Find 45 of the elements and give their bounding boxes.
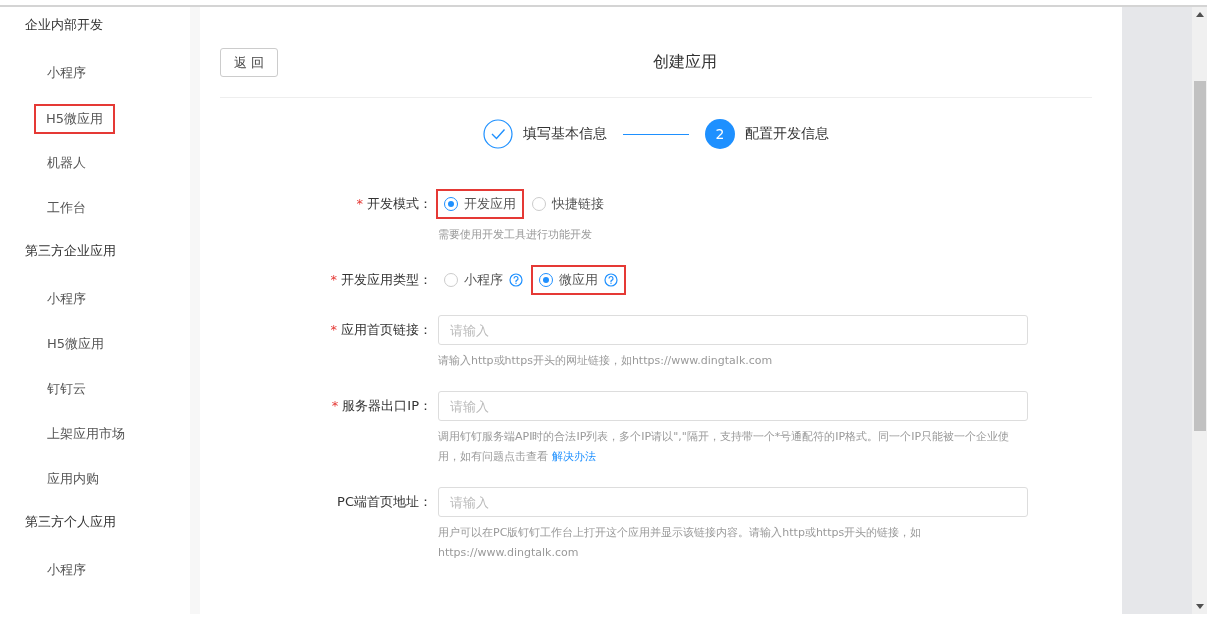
help-icon[interactable] xyxy=(604,273,618,287)
field-hint: 调用钉钉服务端API时的合法IP列表，多个IP请以","隔开，支持带一个*号通配符的IP格式。同一个IP只能被一个企业使用，如有问题点击查看 解决办法 xyxy=(438,429,1011,465)
field-label: 开发应用类型： xyxy=(341,272,432,287)
input-field[interactable]: 请输入 xyxy=(438,487,1028,517)
sidebar-item[interactable]: 工作台 xyxy=(47,196,86,220)
sidebar-item[interactable]: 机器人 xyxy=(47,151,86,175)
scrollbar-thumb[interactable] xyxy=(1193,81,1206,431)
input-field[interactable]: 请输入 xyxy=(438,315,1028,345)
radio-label[interactable]: 小程序 xyxy=(464,271,503,289)
page-title: 创建应用 xyxy=(652,52,718,73)
sidebar-section-title: 企业内部开发 xyxy=(24,16,104,34)
radio-label[interactable]: 快捷链接 xyxy=(552,195,604,213)
sidebar-item[interactable]: 小程序 xyxy=(47,558,86,582)
step-label: 配置开发信息 xyxy=(745,125,829,143)
field-label: 应用首页链接： xyxy=(341,322,432,337)
step-connector xyxy=(623,133,689,135)
step-label: 填写基本信息 xyxy=(523,125,607,143)
field-label: PC端首页地址： xyxy=(337,494,432,509)
required-mark: * xyxy=(330,322,337,337)
sidebar-item[interactable]: 上架应用市场 xyxy=(47,422,125,446)
sidebar-item[interactable]: 应用内购 xyxy=(47,467,99,491)
input-field[interactable]: 请输入 xyxy=(438,391,1028,421)
sidebar-section-title: 第三方个人应用 xyxy=(24,513,117,531)
sidebar-section-title: 第三方企业应用 xyxy=(24,242,117,260)
scroll-up-icon[interactable] xyxy=(1195,12,1204,17)
field-label: 开发模式： xyxy=(367,196,432,211)
step-number: 2 xyxy=(705,119,735,149)
required-mark: * xyxy=(356,196,363,211)
scroll-down-icon[interactable] xyxy=(1195,604,1204,609)
radio-label[interactable]: 开发应用 xyxy=(464,195,516,213)
sidebar-item[interactable]: 钉钉云 xyxy=(47,377,86,401)
sidebar-item[interactable]: 小程序 xyxy=(47,287,86,311)
scrollbar[interactable] xyxy=(1192,7,1207,614)
sidebar-item[interactable]: H5微应用 xyxy=(36,106,114,132)
sidebar-item[interactable]: 小程序 xyxy=(47,61,86,85)
required-mark: * xyxy=(330,272,337,287)
field-hint: 需要使用开发工具进行功能开发 xyxy=(438,227,593,243)
field-label: 服务器出口IP： xyxy=(342,398,432,413)
help-icon[interactable] xyxy=(509,273,523,287)
radio-label[interactable]: 微应用 xyxy=(559,271,598,289)
field-hint: 用户可以在PC版钉钉工作台上打开这个应用并显示该链接内容。请输入http或https开头的链接，如https://www.dingtalk.com xyxy=(438,525,923,561)
back-button[interactable]: 返 回 xyxy=(220,48,278,77)
field-hint: 请输入http或https开头的网址链接，如https://www.dingtalk.com xyxy=(438,353,774,369)
required-mark: * xyxy=(331,398,339,413)
sidebar-item[interactable]: H5微应用 xyxy=(47,332,105,356)
